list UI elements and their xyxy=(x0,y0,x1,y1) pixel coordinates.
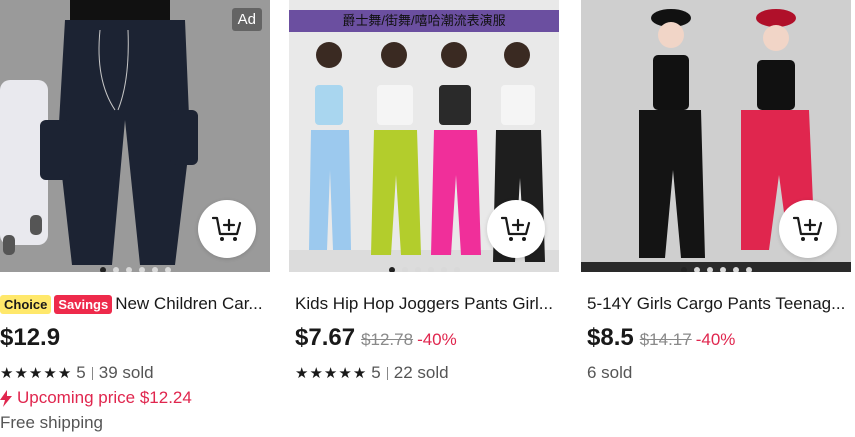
pagination-dot[interactable] xyxy=(151,267,158,272)
add-to-cart-button[interactable] xyxy=(779,200,837,258)
pagination-dot[interactable] xyxy=(427,267,434,272)
product-price: $8.5 xyxy=(587,324,634,351)
sold-count: 22 sold xyxy=(393,363,449,382)
star-icon: ★ xyxy=(14,364,28,382)
product-card[interactable]: 爵士舞/街舞/嘻哈潮流表演服 Kids Hip Hop Joggers Pant… xyxy=(289,0,559,384)
product-image[interactable] xyxy=(581,0,851,272)
rating-value: 5 xyxy=(76,363,86,382)
add-to-cart-icon xyxy=(212,216,242,241)
original-price: $14.17 xyxy=(639,330,692,349)
price-row: $12.9 xyxy=(0,324,270,356)
pagination-dot[interactable] xyxy=(706,267,713,272)
upcoming-price: Upcoming price $12.24 xyxy=(0,387,270,409)
savings-tag: Savings xyxy=(54,294,113,314)
product-title[interactable]: 5-14Y Girls Cargo Pants Teenag... xyxy=(587,294,845,314)
pagination-dot[interactable] xyxy=(164,267,171,272)
star-icon: ★ xyxy=(0,364,14,382)
rating-row: ★ ★ ★ ★ ★ 5 22 sold xyxy=(295,362,559,384)
product-image[interactable]: 爵士舞/街舞/嘻哈潮流表演服 xyxy=(289,0,559,272)
pagination-dot[interactable] xyxy=(719,267,726,272)
sold-row: 6 sold xyxy=(587,362,851,384)
add-to-cart-button[interactable] xyxy=(487,200,545,258)
original-price: $12.78 xyxy=(361,330,414,349)
product-price: $12.9 xyxy=(0,324,61,351)
product-banner-text: 爵士舞/街舞/嘻哈潮流表演服 xyxy=(342,13,506,28)
pagination-dot[interactable] xyxy=(440,267,447,272)
add-to-cart-icon xyxy=(501,216,531,241)
add-to-cart-icon xyxy=(793,216,823,241)
pagination-dot[interactable] xyxy=(745,267,752,272)
star-icon: ★ xyxy=(352,364,367,382)
product-title[interactable]: New Children Car... xyxy=(115,294,262,314)
divider xyxy=(91,366,93,380)
product-title-row[interactable]: Kids Hip Hop Joggers Pants Girl... xyxy=(295,293,559,315)
image-pagination xyxy=(0,267,270,272)
rating-row: ★ ★ ★ ★ ★ 5 39 sold xyxy=(0,362,270,384)
star-rating: ★ ★ ★ ★ ★ xyxy=(295,366,366,381)
product-title-row[interactable]: Choice Savings New Children Car... xyxy=(0,293,270,315)
pagination-dot[interactable] xyxy=(414,267,421,272)
ad-badge: Ad xyxy=(231,8,262,31)
image-pagination xyxy=(581,267,851,272)
pagination-dot[interactable] xyxy=(388,267,395,272)
pagination-dot[interactable] xyxy=(453,267,460,272)
pagination-dot[interactable] xyxy=(125,267,132,272)
upcoming-price-text: Upcoming price $12.24 xyxy=(17,388,192,407)
add-to-cart-button[interactable] xyxy=(198,200,256,258)
pagination-dot[interactable] xyxy=(138,267,145,272)
product-title[interactable]: Kids Hip Hop Joggers Pants Girl... xyxy=(295,294,553,314)
star-rating: ★ ★ ★ ★ ★ xyxy=(0,366,71,381)
pagination-dot[interactable] xyxy=(401,267,408,272)
star-icon: ★ xyxy=(309,364,323,382)
product-title-row[interactable]: 5-14Y Girls Cargo Pants Teenag... xyxy=(587,293,851,315)
product-image[interactable]: Ad xyxy=(0,0,270,272)
sold-count: 6 sold xyxy=(587,363,633,382)
price-row: $7.67 $12.78 -40% xyxy=(295,324,559,356)
star-icon: ★ xyxy=(295,364,309,382)
product-card[interactable]: 5-14Y Girls Cargo Pants Teenag... $8.5 $… xyxy=(581,0,851,384)
discount-percent: -40% xyxy=(695,330,736,349)
star-icon: ★ xyxy=(43,364,57,382)
sold-count: 39 sold xyxy=(98,363,154,382)
pagination-dot[interactable] xyxy=(112,267,119,272)
product-card[interactable]: Ad Choice Savings New Children Car... $1… xyxy=(0,0,270,435)
star-icon: ★ xyxy=(28,364,43,382)
lightning-icon xyxy=(0,389,12,407)
star-icon: ★ xyxy=(338,364,352,382)
product-price: $7.67 xyxy=(295,324,356,351)
shipping-info: Free shipping xyxy=(0,413,104,432)
divider xyxy=(386,366,388,380)
discount-percent: -40% xyxy=(417,330,457,349)
pagination-dot[interactable] xyxy=(693,267,700,272)
choice-tag: Choice xyxy=(0,294,52,314)
rating-value: 5 xyxy=(371,363,381,382)
image-pagination xyxy=(289,267,559,272)
price-row: $8.5 $14.17 -40% xyxy=(587,324,851,356)
pagination-dot[interactable] xyxy=(680,267,687,272)
star-icon: ★ xyxy=(323,364,338,382)
pagination-dot[interactable] xyxy=(99,267,106,272)
pagination-dot[interactable] xyxy=(732,267,739,272)
star-icon: ★ xyxy=(57,364,72,382)
